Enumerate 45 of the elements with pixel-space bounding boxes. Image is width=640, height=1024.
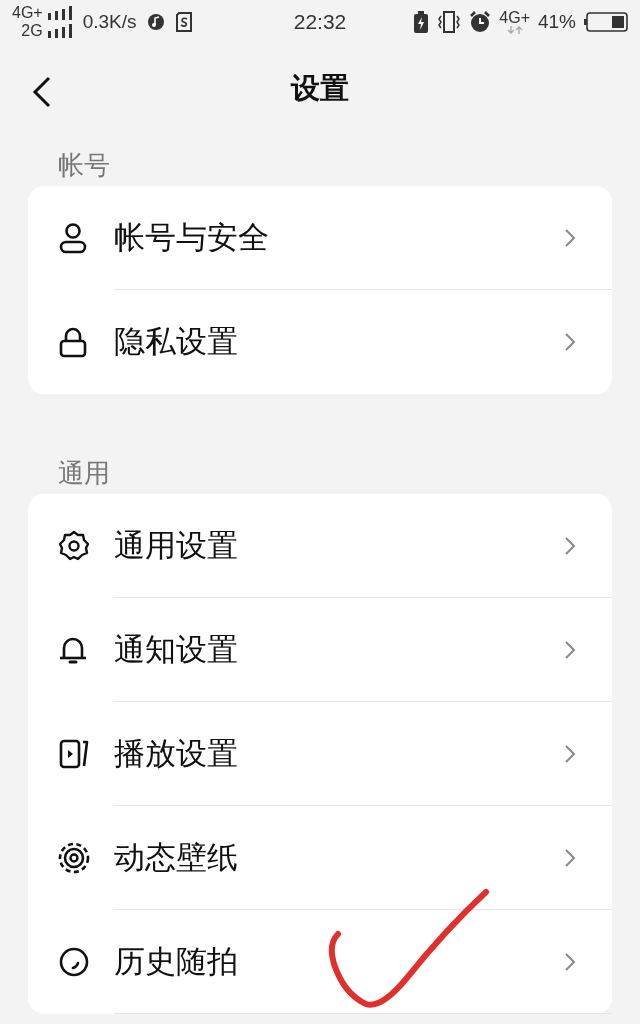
settings-row[interactable]: 历史随拍 <box>28 910 612 1014</box>
signal-icon <box>46 6 73 20</box>
network-type: 4G+ <box>499 10 530 26</box>
battery-icon <box>584 12 628 32</box>
settings-icon <box>58 530 90 562</box>
music-note-icon <box>146 13 165 31</box>
row-label: 帐号与安全 <box>114 218 270 257</box>
settings-row[interactable]: 播放设置 <box>28 702 612 806</box>
alarm-icon <box>469 11 492 33</box>
chevron-icon <box>564 332 576 352</box>
settings-row[interactable]: 通知设置 <box>28 598 612 702</box>
network-type: 2G <box>21 22 43 40</box>
chevron-icon <box>564 744 576 764</box>
lock-icon <box>58 326 88 358</box>
battery-percentage: 41% <box>537 11 576 33</box>
chevron-icon <box>564 228 576 248</box>
video-playback-icon <box>58 738 90 770</box>
section-header: 通用 <box>57 457 111 490</box>
vibrate-icon <box>437 11 462 33</box>
row-label: 通用设置 <box>114 526 239 565</box>
clock-time: 22:32 <box>293 10 347 34</box>
chevron-icon <box>564 848 576 868</box>
settings-row[interactable]: 隐私设置 <box>28 290 612 394</box>
chevron-icon <box>564 640 576 660</box>
row-label: 播放设置 <box>114 734 239 773</box>
sim-card-icon <box>174 12 193 32</box>
section-header: 帐号 <box>57 149 111 182</box>
settings-row[interactable]: 通用设置 <box>28 494 612 598</box>
row-label: 动态壁纸 <box>114 838 239 877</box>
battery-saver-icon <box>413 11 430 33</box>
settings-row[interactable]: 动态壁纸 <box>28 806 612 910</box>
network-type: 4G+ <box>12 4 43 22</box>
data-arrows-icon <box>505 26 524 34</box>
row-label: 通知设置 <box>114 630 239 669</box>
row-label: 隐私设置 <box>114 322 239 361</box>
network-speed: 0.3K/s <box>82 11 137 33</box>
signal-icon <box>46 24 73 38</box>
settings-row[interactable]: 帐号与安全 <box>28 186 612 290</box>
dynamic-wallpaper-icon <box>58 842 90 874</box>
row-label: 历史随拍 <box>114 942 239 981</box>
chevron-icon <box>564 952 576 972</box>
circle-icon <box>58 946 90 978</box>
page-title: 设置 <box>291 70 349 107</box>
person-icon <box>58 222 88 254</box>
chevron-icon <box>564 536 576 556</box>
